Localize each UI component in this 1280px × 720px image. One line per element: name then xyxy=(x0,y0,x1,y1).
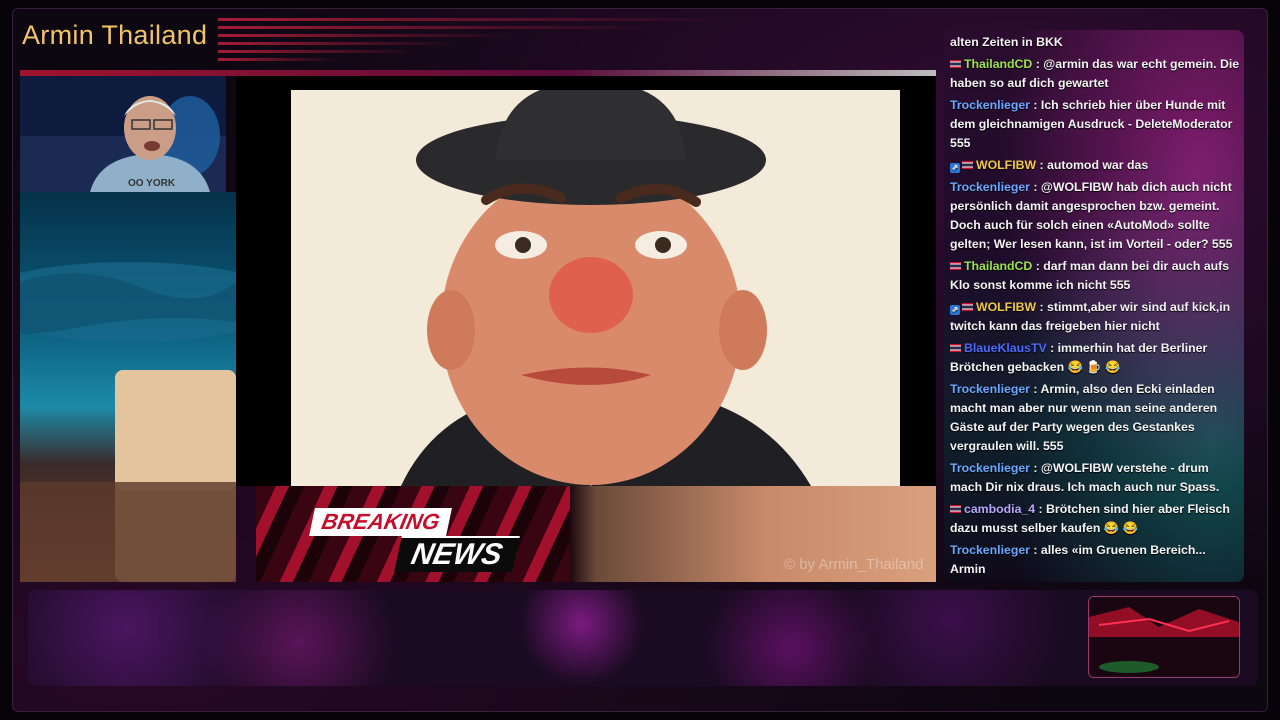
chat-message: cambodia_4 : Brötchen sind hier aber Fle… xyxy=(950,500,1242,538)
lower-third-banner: BREAKING NEWS © by Armin_Thailand xyxy=(256,486,936,582)
cartoon-man-illustration xyxy=(291,90,900,486)
chat-message: ⇗ WOLFIBW : automod war das xyxy=(950,156,1242,175)
chat-username[interactable]: Trockenlieger xyxy=(950,382,1030,396)
chat-message: Trockenlieger : @WOLFIBW hab dich auch n… xyxy=(950,178,1242,254)
chat-username[interactable]: ThailandCD xyxy=(964,57,1032,71)
bottom-bokeh-panel xyxy=(28,590,1258,686)
thai-flag-icon xyxy=(950,60,961,68)
webcam-feed: OO YORK xyxy=(20,76,226,192)
chat-username[interactable]: BlaueKlausTV xyxy=(964,341,1047,355)
studio-background xyxy=(20,192,236,582)
chat-message: alten Zeiten in BKK xyxy=(950,33,1242,52)
thai-flag-icon xyxy=(950,262,961,270)
chat-message-list: alten Zeiten in BKK ThailandCD : @armin d… xyxy=(950,33,1242,582)
chat-username[interactable]: Trockenlieger xyxy=(950,543,1030,557)
thai-flag-icon xyxy=(950,344,961,352)
chat-username[interactable]: Trockenlieger xyxy=(950,180,1030,194)
news-label: NEWS xyxy=(394,536,520,572)
chat-message-text: : automod war das xyxy=(1036,158,1149,172)
breaking-news-box: BREAKING NEWS xyxy=(256,486,570,582)
thai-flag-icon xyxy=(962,303,973,311)
chat-message: Trockenlieger : @WOLFIBW verstehe - drum… xyxy=(950,459,1242,497)
watermark-text: © by Armin_Thailand xyxy=(784,556,924,573)
mini-preview-box xyxy=(1088,596,1240,678)
chat-username[interactable]: cambodia_4 xyxy=(964,502,1035,516)
chat-username[interactable]: ThailandCD xyxy=(964,259,1032,273)
chat-username[interactable]: Trockenlieger xyxy=(950,98,1030,112)
chat-message: Trockenlieger : alles «im Gruenen Bereic… xyxy=(950,541,1242,579)
breaking-label: BREAKING xyxy=(309,508,453,536)
studio-desk-illustration xyxy=(20,262,236,582)
chat-username[interactable]: WOLFIBW xyxy=(976,158,1036,172)
chat-message: Trockenlieger : Ich schrieb hier über Hu… xyxy=(950,96,1242,153)
decorative-stripes xyxy=(218,14,938,68)
chat-username[interactable]: WOLFIBW xyxy=(976,300,1036,314)
chat-message: BlaueKlausTV : immerhin hat der Berliner… xyxy=(950,339,1242,377)
chat-username[interactable]: Trockenlieger xyxy=(950,461,1030,475)
cartoon-video-frame xyxy=(291,90,900,486)
chat-message: ThailandCD : @armin das war echt gemein.… xyxy=(950,55,1242,93)
mini-preview-illustration xyxy=(1089,597,1239,677)
chat-message: Trockenlieger : Armin, also den Ecki ein… xyxy=(950,380,1242,456)
svg-text:OO YORK: OO YORK xyxy=(128,178,176,189)
thai-flag-icon xyxy=(950,505,961,513)
chat-message-text: alten Zeiten in BKK xyxy=(950,35,1063,49)
webcam-person-illustration: OO YORK xyxy=(20,76,226,192)
subscriber-badge-icon: ⇗ xyxy=(950,305,960,315)
thai-flag-icon xyxy=(962,161,973,169)
subscriber-badge-icon: ⇗ xyxy=(950,163,960,173)
chat-message: ⇗ WOLFIBW : stimmt,aber wir sind auf kick… xyxy=(950,298,1242,336)
channel-title: Armin Thailand xyxy=(22,20,208,50)
chat-panel[interactable]: alten Zeiten in BKK ThailandCD : @armin d… xyxy=(944,30,1244,582)
chat-message: ThailandCD : darf man dann bei dir auch … xyxy=(950,257,1242,295)
